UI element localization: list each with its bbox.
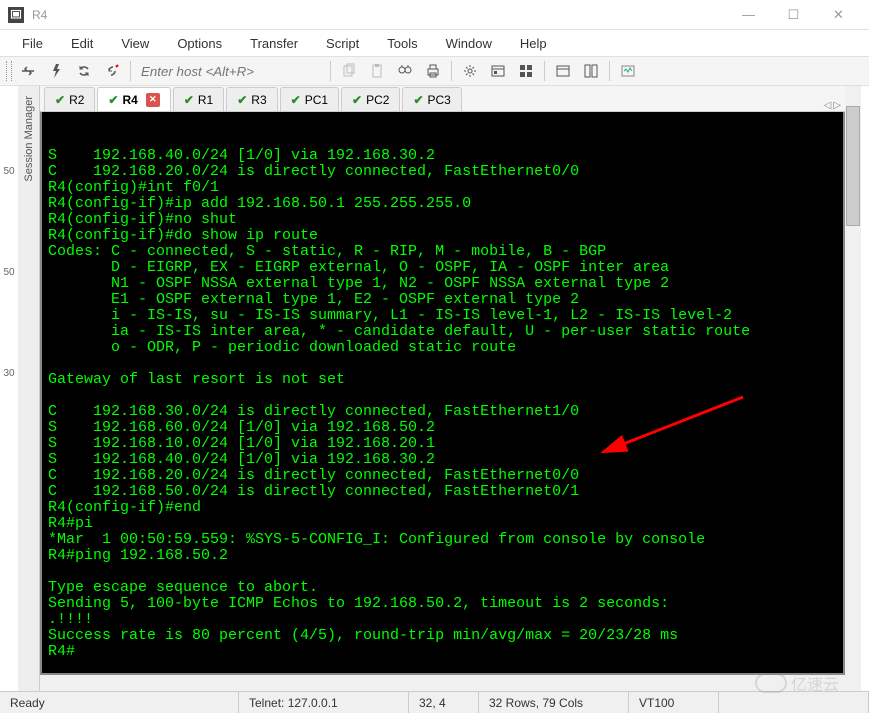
connect-icon[interactable] xyxy=(16,59,40,83)
tab-bar: ✔ R2 ✔ R4 ✕ ✔ R1 ✔ R3 ✔ PC1 ✔ PC2 ✔ PC3 ◁ ▷ xyxy=(40,86,845,112)
menu-script[interactable]: Script xyxy=(314,33,371,54)
tab-r2[interactable]: ✔ R2 xyxy=(44,87,95,111)
watermark-icon xyxy=(755,673,787,693)
right-gutter xyxy=(861,86,869,691)
check-icon: ✔ xyxy=(291,93,301,107)
status-connection: Telnet: 127.0.0.1 xyxy=(239,692,409,713)
tab-label: R1 xyxy=(198,93,213,107)
tab-next-button[interactable]: ▷ xyxy=(833,100,841,111)
check-icon: ✔ xyxy=(108,93,118,107)
tab-label: R4 xyxy=(122,93,137,107)
gutter-mark: 50 xyxy=(3,267,14,278)
print-icon[interactable] xyxy=(421,59,445,83)
tab-pc1[interactable]: ✔ PC1 xyxy=(280,87,339,111)
menu-file[interactable]: File xyxy=(10,33,55,54)
tab-pc3[interactable]: ✔ PC3 xyxy=(402,87,461,111)
window-title: R4 xyxy=(32,8,726,22)
close-button[interactable]: ✕ xyxy=(816,1,861,29)
reconnect-icon[interactable] xyxy=(72,59,96,83)
status-ready: Ready xyxy=(0,692,239,713)
menu-window[interactable]: Window xyxy=(434,33,504,54)
horizontal-scrollbar[interactable] xyxy=(40,675,845,691)
terminal-content: S 192.168.40.0/24 [1/0] via 192.168.30.2… xyxy=(48,148,837,660)
session-manager-panel[interactable]: Session Manager xyxy=(18,86,40,691)
vertical-scrollbar[interactable] xyxy=(845,86,861,691)
toolbar-separator xyxy=(451,61,452,81)
terminal[interactable]: S 192.168.40.0/24 [1/0] via 192.168.30.2… xyxy=(40,112,845,675)
gutter-mark: 50 xyxy=(3,166,14,177)
check-icon: ✔ xyxy=(55,93,65,107)
status-size: 32 Rows, 79 Cols xyxy=(479,692,629,713)
paste-icon[interactable] xyxy=(365,59,389,83)
tab-close-button[interactable]: ✕ xyxy=(146,93,160,107)
status-emulation: VT100 xyxy=(629,692,719,713)
copy-icon[interactable] xyxy=(337,59,361,83)
toolbar-grip[interactable] xyxy=(6,61,12,81)
tile-icon[interactable] xyxy=(579,59,603,83)
app-icon xyxy=(8,7,24,23)
toolbar xyxy=(0,56,869,86)
tab-label: PC1 xyxy=(305,93,328,107)
tab-r4[interactable]: ✔ R4 ✕ xyxy=(97,87,170,111)
statusbar: Ready Telnet: 127.0.0.1 32, 4 32 Rows, 7… xyxy=(0,691,869,713)
host-input[interactable] xyxy=(137,60,324,82)
tab-prev-button[interactable]: ◁ xyxy=(824,100,832,111)
tab-r3[interactable]: ✔ R3 xyxy=(226,87,277,111)
find-icon[interactable] xyxy=(393,59,417,83)
tab-label: R3 xyxy=(251,93,266,107)
toolbar-separator xyxy=(609,61,610,81)
menu-view[interactable]: View xyxy=(109,33,161,54)
disconnect-icon[interactable] xyxy=(100,59,124,83)
maximize-button[interactable]: ☐ xyxy=(771,1,816,29)
new-window-icon[interactable] xyxy=(551,59,575,83)
gutter-mark: 30 xyxy=(3,368,14,379)
menubar: File Edit View Options Transfer Script T… xyxy=(0,30,869,56)
check-icon: ✔ xyxy=(352,93,362,107)
status-position: 32, 4 xyxy=(409,692,479,713)
menu-edit[interactable]: Edit xyxy=(59,33,105,54)
watermark-text: 亿速云 xyxy=(791,671,839,695)
tab-pc2[interactable]: ✔ PC2 xyxy=(341,87,400,111)
tab-r1[interactable]: ✔ R1 xyxy=(173,87,224,111)
minimize-button[interactable]: — xyxy=(726,1,771,29)
check-icon: ✔ xyxy=(184,93,194,107)
quick-connect-icon[interactable] xyxy=(44,59,68,83)
toolbar-separator xyxy=(330,61,331,81)
toolbar-separator xyxy=(130,61,131,81)
tab-label: R2 xyxy=(69,93,84,107)
check-icon: ✔ xyxy=(413,93,423,107)
menu-help[interactable]: Help xyxy=(508,33,559,54)
tab-label: PC2 xyxy=(366,93,389,107)
menu-tools[interactable]: Tools xyxy=(375,33,429,54)
menu-transfer[interactable]: Transfer xyxy=(238,33,310,54)
settings-icon[interactable] xyxy=(458,59,482,83)
titlebar: R4 — ☐ ✕ xyxy=(0,0,869,30)
scrollbar-thumb[interactable] xyxy=(846,106,860,226)
activity-icon[interactable] xyxy=(616,59,640,83)
toolbar-separator xyxy=(544,61,545,81)
session-options-icon[interactable] xyxy=(514,59,538,83)
menu-options[interactable]: Options xyxy=(165,33,234,54)
watermark: 亿速云 xyxy=(755,671,839,695)
session-manager-label[interactable]: Session Manager xyxy=(21,92,37,186)
tab-label: PC3 xyxy=(428,93,451,107)
left-gutter: 50 50 30 xyxy=(0,86,18,691)
check-icon: ✔ xyxy=(237,93,247,107)
status-extra xyxy=(719,692,869,713)
properties-icon[interactable] xyxy=(486,59,510,83)
